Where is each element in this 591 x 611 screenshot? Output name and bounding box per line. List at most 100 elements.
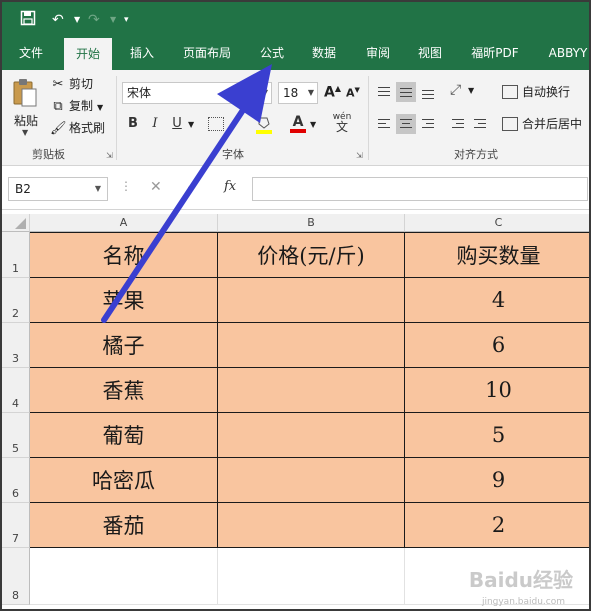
align-middle-button[interactable] <box>396 82 416 102</box>
wrap-text-label: 自动换行 <box>522 85 571 99</box>
tab-foxit-pdf[interactable]: 福昕PDF <box>464 38 526 70</box>
row-header-6[interactable]: 6 <box>2 458 30 503</box>
paste-button[interactable]: 粘贴 <box>14 112 38 129</box>
formula-bar-splitter[interactable]: ⋮ <box>120 179 132 193</box>
row-header-8[interactable]: 8 <box>2 548 30 605</box>
decrease-font-size-icon[interactable]: A▼ <box>346 86 360 100</box>
copy-dropdown-icon[interactable]: ▼ <box>97 103 103 112</box>
tab-formulas[interactable]: 公式 <box>252 38 292 70</box>
orientation-dropdown-icon[interactable]: ▼ <box>468 86 474 95</box>
column-header-a[interactable]: A <box>30 214 218 232</box>
row-header-1[interactable]: 1 <box>2 232 30 278</box>
cell-c4[interactable]: 10 <box>405 368 589 413</box>
italic-button[interactable]: I <box>146 114 164 134</box>
column-header-b[interactable]: B <box>218 214 405 232</box>
cell-c7[interactable]: 2 <box>405 503 589 548</box>
align-right-button[interactable] <box>418 114 438 134</box>
align-center-button[interactable] <box>396 114 416 134</box>
formula-input[interactable] <box>252 177 588 201</box>
row-header-2[interactable]: 2 <box>2 278 30 323</box>
cell-b2[interactable] <box>218 278 405 323</box>
row-header-4[interactable]: 4 <box>2 368 30 413</box>
tab-data[interactable]: 数据 <box>304 38 344 70</box>
name-box[interactable]: B2 ▼ <box>8 177 108 201</box>
cell-b7[interactable] <box>218 503 405 548</box>
font-color-icon[interactable]: A <box>290 114 306 134</box>
align-left-button[interactable] <box>374 114 394 134</box>
watermark-logo: Baidu经验 <box>468 568 573 592</box>
borders-icon[interactable] <box>208 117 224 131</box>
select-all-corner[interactable] <box>2 214 30 232</box>
tab-insert[interactable]: 插入 <box>122 38 162 70</box>
save-icon[interactable] <box>20 10 36 30</box>
tab-page-layout[interactable]: 页面布局 <box>174 38 240 70</box>
row-header-5[interactable]: 5 <box>2 413 30 458</box>
row-header-7[interactable]: 7 <box>2 503 30 548</box>
cell-b5[interactable] <box>218 413 405 458</box>
cell-a3[interactable]: 橘子 <box>30 323 218 368</box>
tab-review[interactable]: 审阅 <box>358 38 398 70</box>
fill-color-icon[interactable] <box>256 116 272 134</box>
clipboard-launcher-icon[interactable]: ⇲ <box>106 151 113 160</box>
bold-button[interactable]: B <box>124 114 142 134</box>
copy-icon: ⧉ <box>53 99 63 114</box>
font-group-label: 字体 <box>222 148 244 161</box>
wrap-text-button[interactable]: 自动换行 <box>502 82 570 102</box>
copy-button[interactable]: ⧉ 复制 ▼ <box>50 96 103 116</box>
tab-abbyy[interactable]: ABBYY <box>538 38 589 70</box>
paste-icon[interactable] <box>12 78 38 108</box>
font-name-select[interactable]: 宋体 ▼ <box>122 82 272 104</box>
undo-dropdown-icon[interactable]: ▼ <box>74 10 80 30</box>
cut-button[interactable]: ✂ 剪切 <box>50 74 93 94</box>
enter-icon[interactable]: ✓ <box>186 179 198 195</box>
decrease-indent-button[interactable] <box>448 114 468 134</box>
cell-a6[interactable]: 哈密瓜 <box>30 458 218 503</box>
tab-view[interactable]: 视图 <box>410 38 450 70</box>
increase-font-size-icon[interactable]: A▲ <box>324 84 341 101</box>
cell-c1[interactable]: 购买数量 <box>405 232 589 278</box>
cell-a4[interactable]: 香蕉 <box>30 368 218 413</box>
format-painter-button[interactable]: 🖌 格式刷 <box>50 118 105 138</box>
cell-c2[interactable]: 4 <box>405 278 589 323</box>
redo-dropdown-icon[interactable]: ▼ <box>110 10 116 30</box>
cell-b4[interactable] <box>218 368 405 413</box>
customize-toolbar-icon[interactable]: ▾ <box>124 10 129 30</box>
cell-a7[interactable]: 番茄 <box>30 503 218 548</box>
font-size-dropdown-icon[interactable]: ▼ <box>308 83 314 103</box>
underline-dropdown-icon[interactable]: ▼ <box>188 120 194 129</box>
name-box-dropdown-icon[interactable]: ▼ <box>95 178 101 200</box>
undo-icon[interactable]: ↶ <box>52 10 64 30</box>
underline-button[interactable]: U <box>168 114 186 134</box>
tab-home[interactable]: 开始 <box>64 38 112 70</box>
paste-dropdown-icon[interactable]: ▼ <box>22 128 28 137</box>
column-header-c[interactable]: C <box>405 214 589 232</box>
cell-c5[interactable]: 5 <box>405 413 589 458</box>
phonetic-guide-icon[interactable]: wén 文 <box>332 112 352 134</box>
font-launcher-icon[interactable]: ⇲ <box>356 151 363 160</box>
cell-a2[interactable]: 苹果 <box>30 278 218 323</box>
cell-b1[interactable]: 价格(元/斤) <box>218 232 405 278</box>
font-name-dropdown-icon[interactable]: ▼ <box>262 83 268 103</box>
row-header-3[interactable]: 3 <box>2 323 30 368</box>
insert-function-icon[interactable]: fx <box>224 179 236 194</box>
align-bottom-button[interactable] <box>418 82 438 102</box>
cell-c3[interactable]: 6 <box>405 323 589 368</box>
cell-b6[interactable] <box>218 458 405 503</box>
cell-a5[interactable]: 葡萄 <box>30 413 218 458</box>
cell-b3[interactable] <box>218 323 405 368</box>
merge-center-button[interactable]: 合并后居中 <box>502 114 582 134</box>
redo-icon[interactable]: ↷ <box>88 10 100 30</box>
format-painter-icon: 🖌 <box>50 121 67 136</box>
font-size-select[interactable]: 18 ▼ <box>278 82 318 104</box>
cancel-icon[interactable]: ✕ <box>150 179 162 195</box>
font-color-dropdown-icon[interactable]: ▼ <box>310 120 316 129</box>
cell-c6[interactable]: 9 <box>405 458 589 503</box>
align-top-button[interactable] <box>374 82 394 102</box>
tab-file[interactable]: 文件 <box>10 38 52 70</box>
ribbon-home: 粘贴 ▼ ✂ 剪切 ⧉ 复制 ▼ 🖌 格式刷 剪贴板 ⇲ 宋体 ▼ 18 ▼ A▲ A▼… <box>2 70 589 166</box>
cell-b8[interactable] <box>218 548 405 605</box>
increase-indent-button[interactable] <box>470 114 490 134</box>
orientation-icon[interactable]: ⤢ <box>450 82 461 98</box>
cell-a8[interactable] <box>30 548 218 605</box>
cell-a1[interactable]: 名称 <box>30 232 218 278</box>
